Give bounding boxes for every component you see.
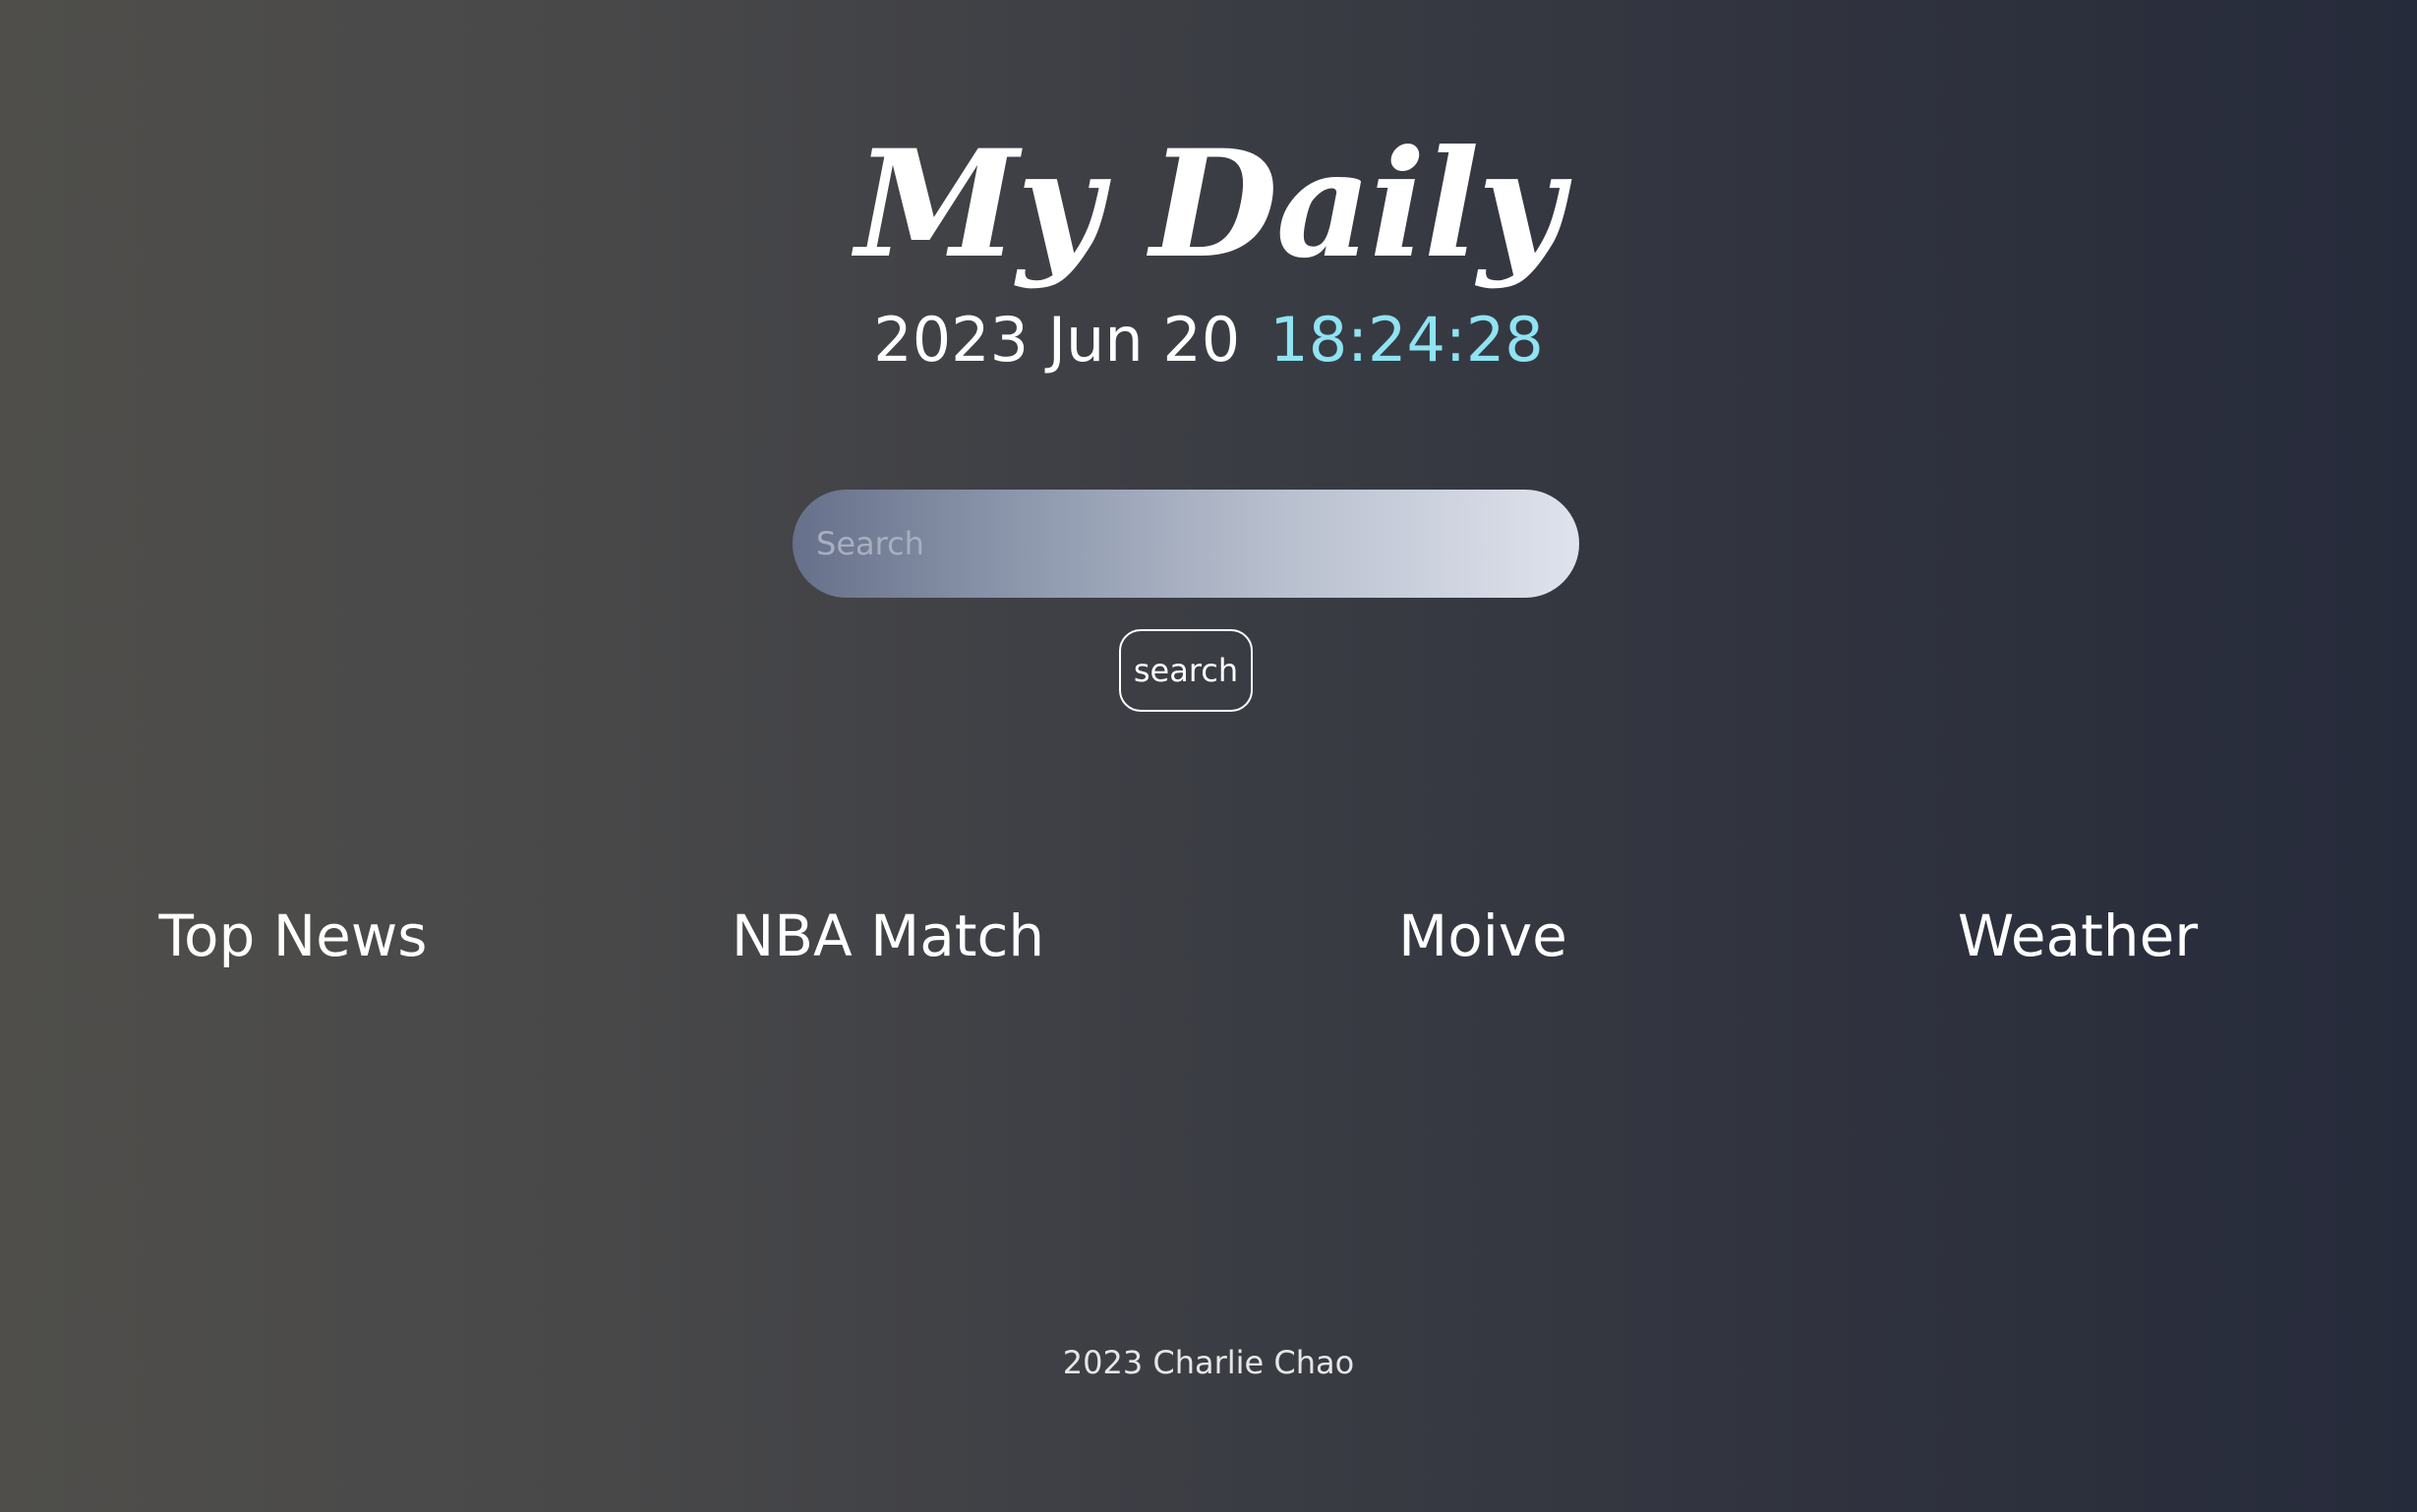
current-time: 18:24:28: [1269, 304, 1544, 376]
category-nav: Top News NBA Match Moive Weather: [0, 897, 2417, 975]
footer-copyright: 2023 Charlie Chao: [1062, 1344, 1355, 1381]
search-input[interactable]: [793, 490, 1579, 598]
nav-movie[interactable]: Moive: [1237, 897, 1729, 975]
current-date: 2023 Jun 20: [873, 304, 1241, 376]
search-button[interactable]: search: [1119, 629, 1253, 712]
nav-top-news[interactable]: Top News: [47, 897, 539, 975]
page: My Daily 2023 Jun 20 18:24:28 search Top …: [0, 0, 2417, 1512]
nav-weather[interactable]: Weather: [1832, 897, 2324, 975]
page-title: My Daily: [855, 118, 1563, 291]
date-time-display: 2023 Jun 20 18:24:28: [0, 301, 2417, 379]
nav-nba-match[interactable]: NBA Match: [642, 897, 1134, 975]
